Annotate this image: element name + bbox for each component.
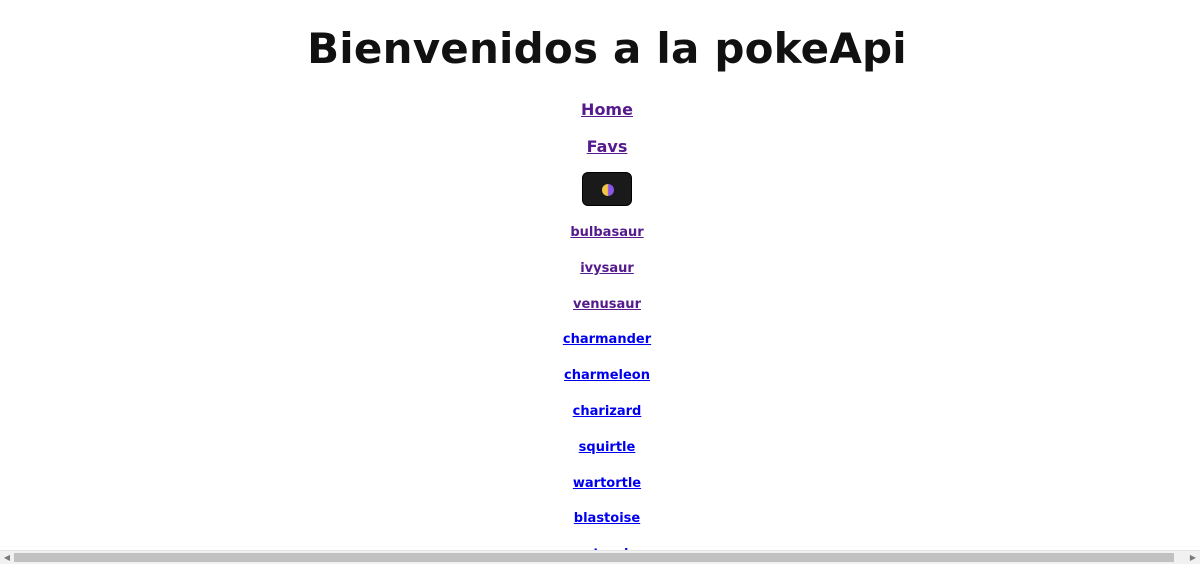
scrollbar-thumb[interactable]: [14, 553, 1174, 562]
list-item: charmander: [0, 331, 1200, 367]
page: Bienvenidos a la pokeApi Home Favs bulba…: [0, 0, 1200, 564]
pokemon-link[interactable]: bulbasaur: [570, 225, 643, 240]
home-link[interactable]: Home: [581, 100, 633, 119]
list-item: ivysaur: [0, 260, 1200, 296]
pokemon-link[interactable]: squirtle: [579, 440, 636, 455]
list-item: wartortle: [0, 475, 1200, 511]
list-item: bulbasaur: [0, 224, 1200, 260]
horizontal-scrollbar[interactable]: ◀ ▶: [0, 550, 1200, 564]
list-item: squirtle: [0, 439, 1200, 475]
list-item: charmeleon: [0, 367, 1200, 403]
pokemon-link[interactable]: wartortle: [573, 476, 641, 491]
list-item: charizard: [0, 403, 1200, 439]
pokemon-link[interactable]: charmander: [563, 332, 651, 347]
pokemon-link[interactable]: ivysaur: [580, 261, 634, 276]
favs-link[interactable]: Favs: [587, 137, 628, 156]
scroll-right-arrow-icon[interactable]: ▶: [1186, 551, 1200, 564]
theme-toggle-button[interactable]: [582, 172, 632, 206]
nav-favs: Favs: [0, 137, 1200, 156]
main-content: Bienvenidos a la pokeApi Home Favs bulba…: [0, 0, 1200, 550]
list-item: venusaur: [0, 296, 1200, 332]
pokemon-link[interactable]: venusaur: [573, 297, 641, 312]
scroll-left-arrow-icon[interactable]: ◀: [0, 551, 14, 564]
list-item: blastoise: [0, 510, 1200, 546]
pokemon-link[interactable]: charmeleon: [564, 368, 650, 383]
moon-icon: [602, 184, 614, 196]
page-title: Bienvenidos a la pokeApi: [307, 24, 907, 73]
pokemon-link[interactable]: charizard: [573, 404, 642, 419]
nav-home: Home: [0, 100, 1200, 119]
pokemon-list: bulbasaur ivysaur venusaur charmander ch…: [0, 224, 1200, 550]
pokemon-link[interactable]: blastoise: [574, 511, 640, 526]
